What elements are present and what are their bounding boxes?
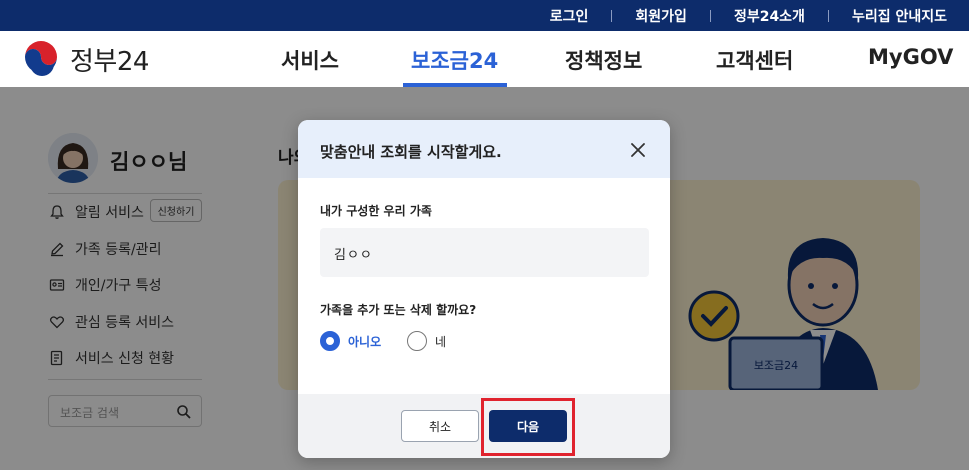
family-edit-question: 가족을 추가 또는 삭제 할까요? bbox=[320, 303, 477, 317]
signup-link[interactable]: 회원가입 bbox=[635, 6, 687, 26]
nav-policy-info[interactable]: 정책정보 bbox=[565, 45, 642, 75]
radio-yes[interactable]: 네 bbox=[407, 330, 446, 352]
gov24-logo[interactable]: 정부24 bbox=[20, 39, 149, 79]
radio-no[interactable]: 아니오 bbox=[320, 330, 381, 352]
main-header: 정부24 서비스 보조금24 정책정보 고객센터 MyGOV bbox=[0, 31, 969, 87]
taegeuk-emblem-icon bbox=[21, 39, 61, 79]
radio-label: 네 bbox=[435, 334, 447, 349]
family-label: 내가 구성한 우리 가족 bbox=[320, 204, 432, 218]
radio-checked-icon[interactable] bbox=[320, 331, 340, 351]
close-icon[interactable] bbox=[628, 140, 648, 160]
divider bbox=[709, 9, 711, 22]
nav-mygov[interactable]: MyGOV bbox=[868, 45, 953, 69]
family-members-box: 김ㅇㅇ bbox=[320, 228, 649, 277]
cancel-button[interactable]: 취소 bbox=[401, 410, 479, 442]
divider bbox=[827, 9, 829, 22]
utility-bar: 로그인 회원가입 정부24소개 누리집 안내지도 bbox=[0, 0, 969, 31]
sitemap-link[interactable]: 누리집 안내지도 bbox=[852, 6, 947, 26]
red-highlight-box bbox=[481, 398, 575, 456]
login-link[interactable]: 로그인 bbox=[550, 6, 589, 26]
modal-title: 맞춤안내 조회를 시작할게요. bbox=[320, 143, 502, 161]
radio-label: 아니오 bbox=[348, 334, 382, 349]
nav-customer-center[interactable]: 고객센터 bbox=[716, 45, 793, 75]
utility-links: 로그인 회원가입 정부24소개 누리집 안내지도 bbox=[550, 0, 947, 31]
about-link[interactable]: 정부24소개 bbox=[734, 6, 805, 26]
family-member-value: 김ㅇㅇ bbox=[334, 248, 373, 263]
logo-text: 정부24 bbox=[70, 46, 149, 77]
nav-subsidy24[interactable]: 보조금24 bbox=[411, 45, 498, 75]
nav-services[interactable]: 서비스 bbox=[281, 45, 339, 75]
modal-header: 맞춤안내 조회를 시작할게요. bbox=[298, 120, 670, 178]
radio-unchecked-icon[interactable] bbox=[407, 331, 427, 351]
divider bbox=[611, 9, 613, 22]
